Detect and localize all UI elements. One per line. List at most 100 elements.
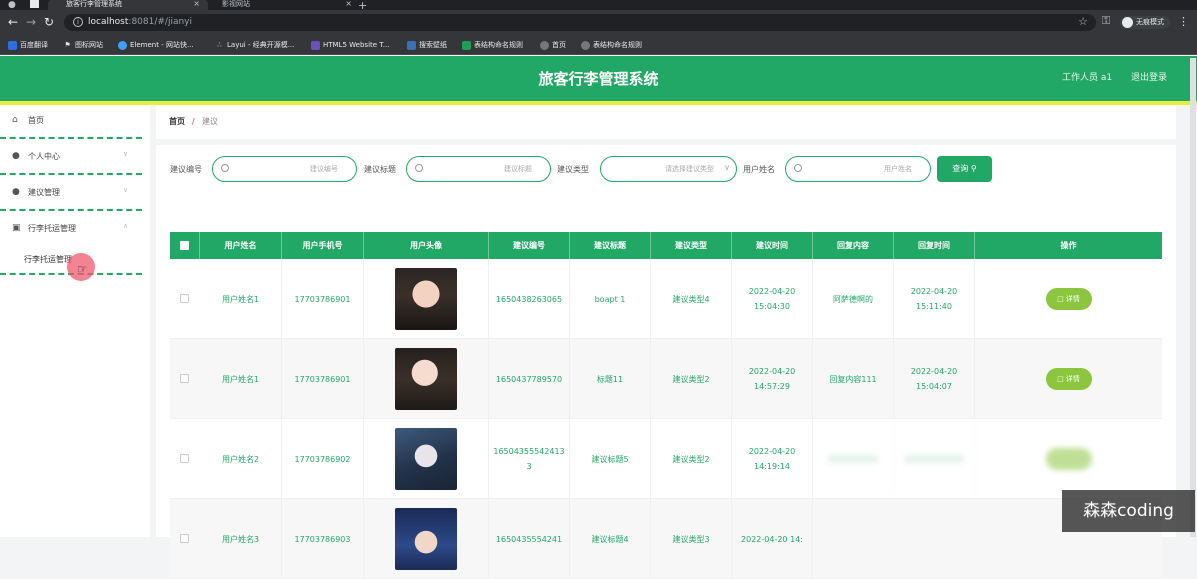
bookmark-label: 搜索壁纸 [419,41,447,49]
close-icon[interactable]: × [193,0,200,8]
browser-tab[interactable]: 影视网站 × [210,0,360,10]
search-icon: ⚲ [970,164,977,173]
cell-actions: □ 详情 [975,259,1162,339]
bookmark-item[interactable]: 表结构命名规则 [462,39,523,51]
bookmark-item[interactable]: HTML5 Website T... [311,39,389,51]
filter-label-code: 建议编号 [170,165,202,174]
search-icon [794,164,802,172]
bookmark-item[interactable]: 首页 [540,39,566,51]
row-checkbox[interactable] [180,454,189,463]
column-header: 建议编号 [489,232,570,259]
column-header: 建议标题 [570,232,651,259]
globe-icon [581,41,590,50]
green-doc-icon [462,41,471,50]
bookmark-star-icon[interactable]: ☆ [1078,15,1088,28]
bookmark-label: Element - 网站快... [130,41,194,49]
bookmark-item[interactable]: 百度翻译 [8,39,48,51]
cell-code: 1650437789570 [489,339,570,419]
detail-button[interactable]: □ 详情 [1045,288,1092,310]
monitor-icon: ▣ [12,223,21,233]
chevron-down-icon: ∨ [122,186,128,194]
detail-button[interactable]: □ 详情 [1045,368,1092,390]
browser-toolbar: ← → ↻ i localhost:8081/#/jianyi ☆ ⚿ 无痕模式… [0,10,1197,35]
type-select[interactable]: 请选择建议类型 ∨ [600,156,737,182]
title-input[interactable]: 建议标题 [406,156,551,182]
element-icon [118,41,127,50]
filter-label-type: 建议类型 [557,165,589,174]
cell-reply [813,419,894,499]
table-row: 用户姓名2 17703786902 165043555424133 建议标题5 … [170,419,1162,499]
chevron-down-icon: ∨ [122,150,128,158]
back-icon[interactable]: ← [8,15,18,29]
row-checkbox[interactable] [180,534,189,543]
cell-actions: □ 详情 [975,339,1162,419]
column-header: 用户头像 [364,232,489,259]
video-watermark: 森森coding [1062,490,1195,532]
avatar[interactable] [395,268,457,330]
cell-phone: 17703786901 [282,339,364,419]
bookmarks-bar: 百度翻译 ⚑ 图标网站 Element - 网站快... ∴ Layui - 经典开… [0,35,1197,55]
key-icon[interactable]: ⚿ [1102,14,1110,28]
window-icon [30,0,39,8]
incognito-icon [1122,17,1133,28]
cell-username: 用户姓名1 [200,339,282,419]
profile-label: 无痕模式 [1136,18,1164,26]
cell-avatar [364,419,489,499]
breadcrumb-home[interactable]: 首页 [169,116,185,127]
browser-tab-active[interactable]: 旅客行李管理系统 × [48,0,208,10]
baidu-translate-icon [8,41,17,50]
bookmark-item[interactable]: ⚑ 图标网站 [63,39,103,51]
wallpaper-icon [407,41,416,50]
bookmark-item[interactable]: 搜索壁纸 [407,39,447,51]
avatar[interactable] [395,348,457,410]
home-icon: ⌂ [12,115,18,125]
select-all-checkbox[interactable] [180,241,189,250]
sidebar-item-suggestions[interactable]: ● 建议管理 ∨ [0,177,142,211]
filter-label-title: 建议标题 [364,165,396,174]
close-icon[interactable]: × [345,0,352,8]
content-card: 建议编号 建议编号 建议标题 建议标题 建议类型 请选择建议类型 ∨ 用户姓名 … [156,145,1176,579]
chevron-up-icon: ∧ [122,222,128,230]
code-input[interactable]: 建议编号 [212,156,357,182]
sidebar-item-home[interactable]: ⌂ 首页 [0,105,142,139]
username-input[interactable]: 用户姓名 [785,156,931,182]
sidebar-item-label: 首页 [28,116,44,125]
info-icon[interactable]: i [73,17,83,27]
hand-cursor-icon: ☞ [77,262,88,276]
cell-time: 2022-04-20 14:19:14 [732,419,813,499]
bookmark-item[interactable]: 表结构命名规则 [581,39,642,51]
more-menu-icon[interactable]: ⋮ [1178,15,1189,28]
incognito-profile-chip[interactable]: 无痕模式 [1120,16,1170,29]
table-header: 用户姓名 用户手机号 用户头像 建议编号 建议标题 建议类型 建议时间 回复内容… [170,232,1162,259]
app-header: 旅客行李管理系统 工作人员 a1 退出登录 [0,56,1197,101]
column-header: 建议时间 [732,232,813,259]
url-text: localhost:8081/#/jianyi [88,17,192,27]
address-bar[interactable]: i localhost:8081/#/jianyi ☆ [64,14,1096,31]
row-checkbox[interactable] [180,294,189,303]
cell-reply: 回复内容111 [813,339,894,419]
cell-reply-time: 2022-04-20 15:04:07 [894,339,975,419]
row-checkbox[interactable] [180,374,189,383]
cell-type: 建议类型2 [651,339,732,419]
cell-actions [975,419,1162,499]
bookmark-label: 表结构命名规则 [593,41,642,49]
user-icon: ● [12,151,20,161]
page-scrollbar[interactable] [1190,58,1196,537]
search-button[interactable]: 查询 ⚲ [937,156,992,182]
input-placeholder: 用户姓名 [884,165,912,173]
forward-icon[interactable]: → [26,15,36,29]
bookmark-item[interactable]: Element - 网站快... [118,39,194,51]
avatar[interactable] [395,508,457,570]
sidebar-item-luggage[interactable]: ▣ 行李托运管理 ∧ [0,213,142,247]
sidebar-item-profile[interactable]: ● 个人中心 ∨ [0,141,142,175]
bookmark-item[interactable]: ∴ Layui - 经典开源模... [215,39,294,51]
header-select-all[interactable] [170,232,200,259]
reload-icon[interactable]: ↻ [44,15,54,29]
logout-link[interactable]: 退出登录 [1131,72,1167,84]
avatar[interactable] [395,428,457,490]
detail-button[interactable] [1045,448,1092,470]
input-placeholder: 建议标题 [504,165,532,173]
column-header: 建议类型 [651,232,732,259]
cell-phone: 17703786902 [282,419,364,499]
window-menu-icon[interactable]: ● [8,0,16,10]
